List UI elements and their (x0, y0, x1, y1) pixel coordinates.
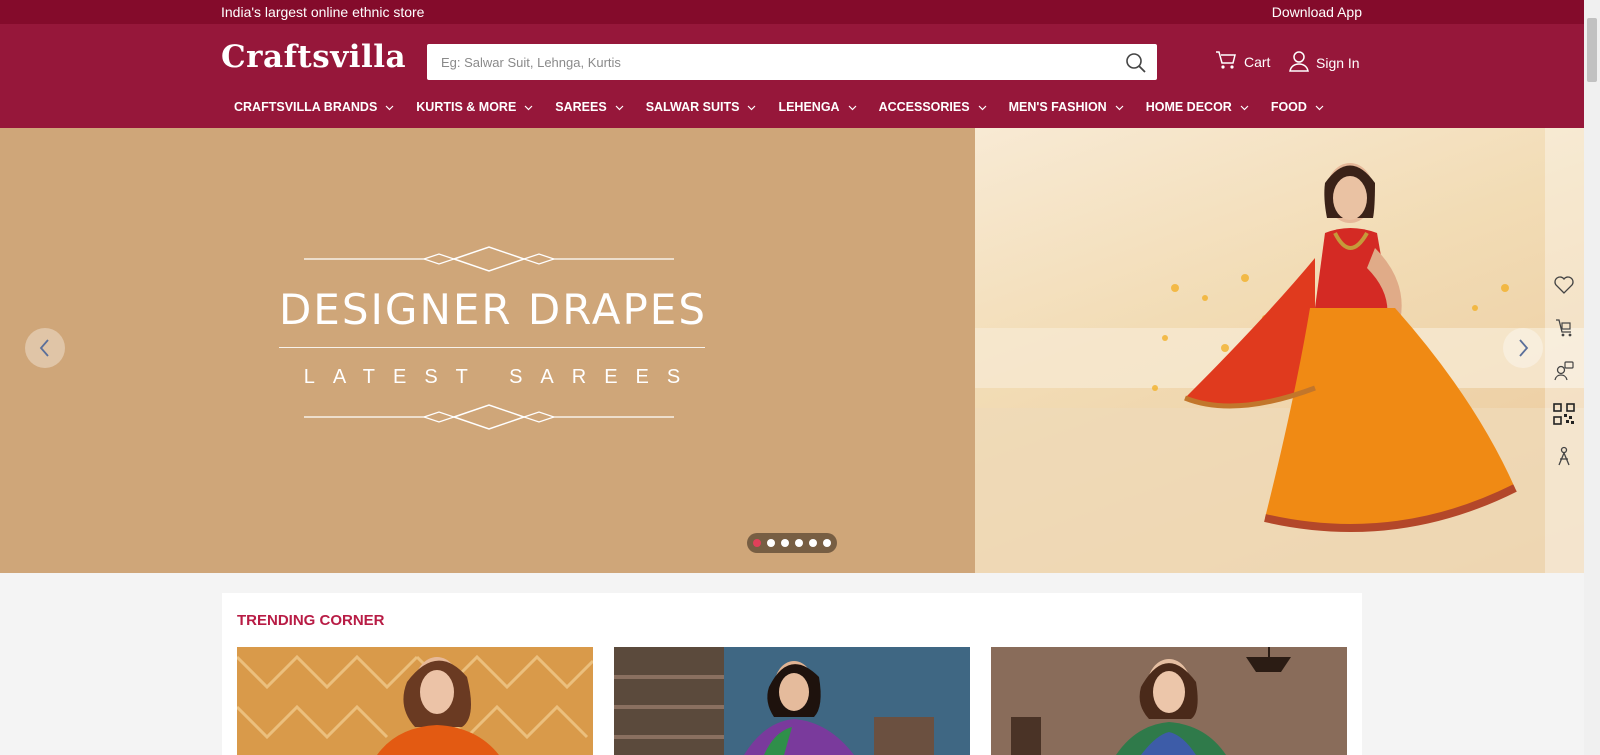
sign-in-button[interactable]: Sign In (1288, 50, 1360, 75)
chevron-down-icon (1315, 105, 1324, 110)
nav-item-craftsvilla-brands[interactable]: CRAFTSVILLA BRANDS (234, 100, 394, 114)
chevron-left-icon (39, 339, 49, 357)
chevron-down-icon (524, 105, 533, 110)
nav-item-home-decor[interactable]: HOME DECOR (1146, 100, 1249, 114)
scrollbar-thumb[interactable] (1587, 18, 1597, 82)
heart-icon[interactable] (1552, 273, 1576, 297)
nav-label: SAREES (555, 100, 607, 114)
chevron-down-icon (1115, 105, 1124, 110)
chevron-down-icon (615, 105, 624, 110)
nav-item-lehenga[interactable]: LEHENGA (778, 100, 857, 114)
trending-card-1[interactable] (237, 647, 593, 755)
product-image (237, 647, 593, 755)
next-slide-button[interactable] (1503, 328, 1543, 368)
slide-dot[interactable] (795, 539, 803, 547)
search-input[interactable] (427, 44, 1135, 80)
cart-button[interactable]: Cart (1215, 50, 1270, 73)
nav-label: SALWAR SUITS (645, 100, 740, 114)
search-icon[interactable] (1125, 52, 1147, 74)
section-title: TRENDING CORNER (237, 612, 385, 629)
hero-banner[interactable]: DESIGNER DRAPES LATEST SAREES (0, 128, 1584, 573)
nav-item-food[interactable]: FOOD (1271, 100, 1324, 114)
cart-icon (1215, 50, 1237, 73)
trending-card-2[interactable] (614, 647, 970, 755)
search-box (427, 44, 1157, 80)
qr-code-icon[interactable] (1552, 402, 1576, 426)
top-strip: India's largest online ethnic store Down… (0, 0, 1584, 24)
banner-divider (279, 347, 705, 348)
ornament-top (304, 246, 674, 272)
logo[interactable]: Craftsvilla (221, 39, 406, 75)
banner-subtitle: LATEST SAREES (303, 366, 699, 388)
saree-model-figure (1152, 163, 1517, 532)
page-scrollbar[interactable] (1584, 0, 1600, 755)
cart-person-icon[interactable] (1552, 316, 1576, 340)
ornament-bottom (304, 404, 674, 430)
nav-label: MEN'S FASHION (1008, 100, 1107, 114)
slide-dot[interactable] (781, 539, 789, 547)
chevron-down-icon (1240, 105, 1249, 110)
main-nav: CRAFTSVILLA BRANDS KURTIS & MORE SAREES … (234, 100, 1346, 114)
trending-card-3[interactable] (991, 647, 1347, 755)
download-app-link[interactable]: Download App (1272, 4, 1362, 20)
nav-label: ACCESSORIES (878, 100, 970, 114)
product-image (991, 647, 1347, 755)
slide-dot[interactable] (753, 539, 761, 547)
tagline: India's largest online ethnic store (221, 4, 425, 20)
chevron-down-icon (385, 105, 394, 110)
nav-label: CRAFTSVILLA BRANDS (234, 100, 378, 114)
nav-item-kurtis-more[interactable]: KURTIS & MORE (416, 100, 533, 114)
nav-item-sarees[interactable]: SAREES (555, 100, 624, 114)
chevron-right-icon (1519, 339, 1529, 357)
nav-label: HOME DECOR (1145, 100, 1232, 114)
banner-title: DESIGNER DRAPES (278, 285, 708, 334)
user-icon (1288, 50, 1310, 75)
slide-dot[interactable] (809, 539, 817, 547)
header: Craftsvilla Cart Sign In CRAFTSVILLA BRA… (0, 24, 1584, 128)
slide-indicators (747, 533, 837, 553)
trending-corner-section: TRENDING CORNER (222, 593, 1362, 755)
nav-label: LEHENGA (778, 100, 840, 114)
chevron-down-icon (848, 105, 857, 110)
chevron-down-icon (748, 105, 756, 110)
nav-item-accessories[interactable]: ACCESSORIES (879, 100, 987, 114)
banner-text-panel: DESIGNER DRAPES LATEST SAREES (0, 128, 975, 573)
nav-label: KURTIS & MORE (416, 100, 517, 114)
nav-item-mens-fashion[interactable]: MEN'S FASHION (1009, 100, 1124, 114)
person-tag-icon[interactable] (1552, 445, 1576, 469)
chat-support-icon[interactable] (1552, 359, 1576, 383)
product-image (614, 647, 970, 755)
cart-label: Cart (1244, 53, 1271, 70)
nav-label: FOOD (1270, 100, 1307, 114)
side-rail (1545, 128, 1584, 573)
banner-model-image (975, 128, 1584, 573)
slide-dot[interactable] (823, 539, 831, 547)
chevron-down-icon (978, 105, 987, 110)
sign-in-label: Sign In (1316, 54, 1360, 71)
slide-dot[interactable] (767, 539, 775, 547)
prev-slide-button[interactable] (25, 328, 65, 368)
nav-item-salwar-suits[interactable]: SALWAR SUITS (646, 100, 757, 114)
